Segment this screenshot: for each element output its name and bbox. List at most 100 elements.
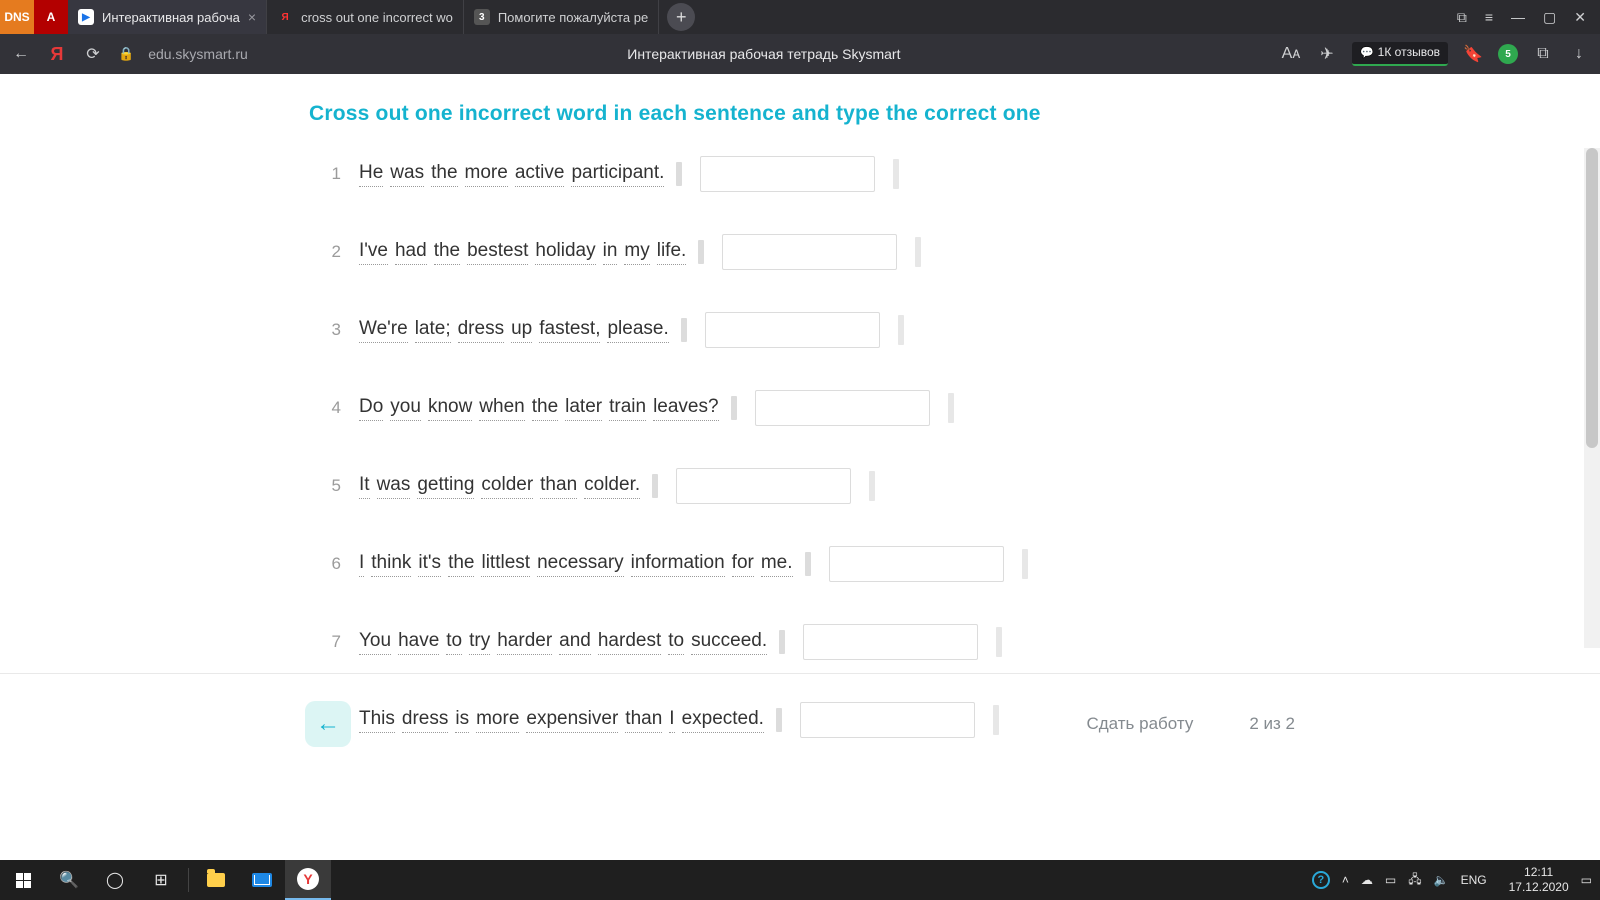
word-token[interactable]: littlest <box>481 552 530 577</box>
onedrive-tray-icon[interactable]: ☁ <box>1361 873 1373 887</box>
word-token[interactable]: participant. <box>571 162 664 187</box>
downloads-icon[interactable]: ↓ <box>1568 45 1590 63</box>
word-token[interactable]: getting <box>417 474 474 499</box>
word-token[interactable]: more <box>465 162 508 187</box>
word-token[interactable]: was <box>390 162 424 187</box>
word-token[interactable]: leaves? <box>653 396 719 421</box>
pinned-tile-a[interactable]: А <box>34 0 68 34</box>
answer-input[interactable] <box>755 390 930 426</box>
reload-button[interactable]: ⟳ <box>82 44 104 64</box>
overlay-icon[interactable]: ⧉ <box>1457 9 1467 26</box>
reviews-chip[interactable]: 💬 1К отзывов <box>1352 42 1448 66</box>
word-token[interactable]: information <box>631 552 725 577</box>
new-tab-button[interactable]: + <box>667 3 695 31</box>
word-token[interactable]: colder. <box>584 474 640 499</box>
word-token[interactable]: please. <box>607 318 668 343</box>
maximize-button[interactable]: ▢ <box>1543 9 1556 26</box>
word-token[interactable]: colder <box>481 474 533 499</box>
mail-button[interactable] <box>239 860 285 900</box>
answer-input[interactable] <box>803 624 978 660</box>
cortana-button[interactable]: ◯ <box>92 860 138 900</box>
notifications-tray-icon[interactable]: ▭ <box>1581 873 1592 887</box>
word-token[interactable]: dress <box>458 318 504 343</box>
word-token[interactable]: fastest, <box>539 318 600 343</box>
pinned-tile-dns[interactable]: DNS <box>0 0 34 34</box>
word-token[interactable]: had <box>395 240 427 265</box>
word-token[interactable]: and <box>559 630 591 655</box>
word-token[interactable]: later <box>565 396 602 421</box>
network-tray-icon[interactable]: 🖧 <box>1408 870 1421 891</box>
answer-input[interactable] <box>722 234 897 270</box>
shield-icon[interactable]: 5 <box>1498 44 1518 64</box>
word-token[interactable]: my <box>624 240 649 265</box>
word-token[interactable]: the <box>448 552 474 577</box>
volume-tray-icon[interactable]: 🔈 <box>1434 873 1449 887</box>
scrollbar-thumb[interactable] <box>1586 148 1598 448</box>
word-token[interactable]: bestest <box>467 240 528 265</box>
search-button[interactable]: 🔍 <box>46 860 92 900</box>
yandex-home-button[interactable]: Я <box>46 44 68 65</box>
tray-chevron-icon[interactable]: ˄ <box>1342 873 1349 887</box>
close-window-button[interactable]: ✕ <box>1574 9 1586 26</box>
word-token[interactable]: He <box>359 162 383 187</box>
word-token[interactable]: You <box>359 630 391 655</box>
word-token[interactable]: try <box>469 630 490 655</box>
taskbar-clock[interactable]: 12:11 17.12.2020 <box>1509 865 1569 895</box>
extensions-icon[interactable]: ⧉ <box>1532 45 1554 63</box>
word-token[interactable]: have <box>398 630 439 655</box>
answer-input[interactable] <box>705 312 880 348</box>
word-token[interactable]: know <box>428 396 472 421</box>
scrollbar[interactable] <box>1584 148 1600 648</box>
rocket-icon[interactable]: ✈ <box>1316 44 1338 64</box>
word-token[interactable]: the <box>434 240 460 265</box>
bookmark-icon[interactable]: 🔖 <box>1462 44 1484 64</box>
word-token[interactable]: to <box>668 630 684 655</box>
word-token[interactable]: late; <box>415 318 451 343</box>
file-explorer-button[interactable] <box>193 860 239 900</box>
minimize-button[interactable]: — <box>1511 9 1525 25</box>
word-token[interactable]: was <box>377 474 411 499</box>
answer-input[interactable] <box>700 156 875 192</box>
answer-input[interactable] <box>676 468 851 504</box>
word-token[interactable]: holiday <box>535 240 595 265</box>
tab-skysmart[interactable]: ▶ Интерактивная рабоча × <box>68 0 267 34</box>
tab-help[interactable]: 3 Помогите пожалуйста ре <box>464 0 659 34</box>
language-indicator[interactable]: ENG <box>1461 873 1487 887</box>
prev-page-button[interactable]: ← <box>305 701 351 747</box>
tab-close-icon[interactable]: × <box>248 9 256 25</box>
yandex-browser-button[interactable]: Y <box>285 860 331 900</box>
word-token[interactable]: hardest <box>598 630 661 655</box>
word-token[interactable]: train <box>609 396 646 421</box>
menu-icon[interactable]: ≡ <box>1485 9 1493 25</box>
translate-icon[interactable]: Aᴀ <box>1280 45 1302 63</box>
word-token[interactable]: It <box>359 474 370 499</box>
word-token[interactable]: harder <box>497 630 552 655</box>
word-token[interactable]: Do <box>359 396 383 421</box>
back-button[interactable]: ← <box>10 45 32 63</box>
word-token[interactable]: think <box>371 552 411 577</box>
help-tray-icon[interactable]: ? <box>1312 871 1330 889</box>
word-token[interactable]: up <box>511 318 532 343</box>
task-view-button[interactable]: ⊞ <box>138 860 184 900</box>
word-token[interactable]: the <box>532 396 558 421</box>
word-token[interactable]: I <box>359 552 364 577</box>
word-token[interactable]: the <box>431 162 457 187</box>
submit-button[interactable]: Сдать работу <box>1086 714 1193 734</box>
word-token[interactable]: We're <box>359 318 408 343</box>
word-token[interactable]: it's <box>418 552 441 577</box>
word-token[interactable]: you <box>390 396 421 421</box>
start-button[interactable] <box>0 860 46 900</box>
tab-search[interactable]: Я cross out one incorrect wo <box>267 0 464 34</box>
word-token[interactable]: when <box>479 396 524 421</box>
url-text[interactable]: edu.skysmart.ru <box>148 46 248 62</box>
battery-tray-icon[interactable]: ▭ <box>1385 873 1396 887</box>
word-token[interactable]: me. <box>761 552 793 577</box>
word-token[interactable]: I've <box>359 240 388 265</box>
word-token[interactable]: than <box>540 474 577 499</box>
word-token[interactable]: for <box>732 552 754 577</box>
word-token[interactable]: to <box>446 630 462 655</box>
answer-input[interactable] <box>829 546 1004 582</box>
word-token[interactable]: succeed. <box>691 630 767 655</box>
word-token[interactable]: life. <box>657 240 687 265</box>
word-token[interactable]: necessary <box>537 552 624 577</box>
